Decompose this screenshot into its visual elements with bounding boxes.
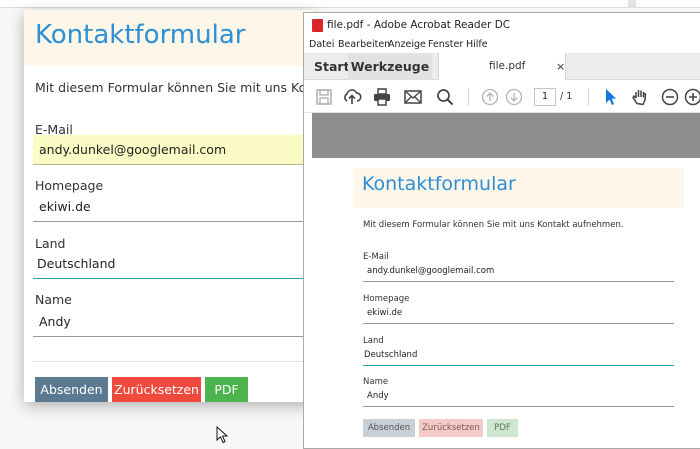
mouse-cursor-icon (216, 426, 229, 444)
current-page-input[interactable]: 1 (534, 88, 556, 106)
pdf-page: Kontaktformular Mit diesem Formular könn… (312, 158, 700, 448)
pdf-country-label: Land (363, 336, 384, 346)
page-total: / 1 (560, 91, 573, 102)
pdf-form-title: Kontaktformular (362, 173, 516, 195)
tab-file-label: file.pdf (489, 60, 526, 72)
acrobat-titlebar: file.pdf - Adobe Acrobat Reader DC (304, 13, 700, 38)
document-pane-gap (312, 113, 700, 158)
menu-bearbeiten[interactable]: Bearbeiten (338, 39, 390, 50)
country-input[interactable]: Deutschland (33, 249, 314, 279)
page-up-icon[interactable] (480, 87, 500, 107)
web-contact-form: Kontaktformular Mit diesem Formular könn… (24, 10, 314, 402)
form-intro: Mit diesem Formular können Sie mit uns K… (35, 80, 314, 95)
pdf-country-field[interactable]: Deutschland (363, 350, 674, 366)
tab-start[interactable]: Start (314, 53, 350, 80)
hand-icon[interactable] (630, 87, 650, 107)
window-title: file.pdf - Adobe Acrobat Reader DC (327, 19, 511, 31)
menu-bar: Datei Bearbeiten Anzeige Fenster Hilfe (304, 38, 700, 53)
pdf-pdf-button[interactable]: PDF (487, 419, 518, 437)
tab-file[interactable]: file.pdf × (438, 53, 566, 81)
homepage-input[interactable]: ekiwi.de (33, 192, 314, 222)
browser-top-strip (0, 0, 700, 8)
menu-fenster[interactable]: Fenster (428, 39, 463, 50)
email-input[interactable]: andy.dunkel@googlemail.com (33, 135, 314, 165)
homepage-label: Homepage (35, 178, 104, 193)
pdf-send-button[interactable]: Absenden (363, 419, 415, 437)
form-title: Kontaktformular (35, 20, 246, 50)
toolbar-separator (468, 88, 469, 106)
menu-anzeige[interactable]: Anzeige (388, 39, 426, 50)
acrobat-toolbar: 1 / 1 (304, 80, 700, 113)
save-icon[interactable] (314, 87, 334, 107)
menu-datei[interactable]: Datei (309, 39, 334, 50)
browser-scroll-mark (628, 0, 636, 8)
pdf-reset-button[interactable]: Zurücksetzen (419, 419, 483, 437)
pdf-email-label: E-Mail (363, 252, 389, 262)
name-input[interactable]: Andy (33, 307, 314, 337)
tab-werkzeuge[interactable]: Werkzeuge (348, 53, 432, 80)
pointer-icon[interactable] (601, 87, 621, 107)
acrobat-app-icon (312, 19, 323, 32)
pdf-name-field[interactable]: Andy (363, 391, 674, 407)
zoom-in-icon[interactable] (683, 87, 700, 107)
send-button[interactable]: Absenden (35, 377, 108, 402)
print-icon[interactable] (372, 87, 392, 107)
zoom-out-icon[interactable] (660, 87, 680, 107)
form-divider (33, 361, 314, 362)
acrobat-tabs: Start Werkzeuge file.pdf × (304, 53, 700, 81)
pdf-name-label: Name (363, 377, 389, 387)
pdf-homepage-label: Homepage (363, 294, 410, 304)
tab-close-icon[interactable]: × (556, 53, 565, 80)
mail-icon[interactable] (403, 87, 423, 107)
upload-icon[interactable] (342, 87, 362, 107)
acrobat-window: file.pdf - Adobe Acrobat Reader DC Datei… (303, 12, 700, 449)
pdf-email-field[interactable]: andy.dunkel@googlemail.com (363, 266, 674, 282)
pdf-homepage-field[interactable]: ekiwi.de (363, 308, 674, 324)
menu-hilfe[interactable]: Hilfe (466, 39, 488, 50)
pdf-form-intro: Mit diesem Formular können Sie mit uns K… (363, 220, 624, 230)
reset-button[interactable]: Zurücksetzen (112, 377, 201, 402)
pdf-button[interactable]: PDF (205, 377, 248, 402)
search-icon[interactable] (435, 87, 455, 107)
page-down-icon[interactable] (504, 87, 524, 107)
toolbar-separator (588, 88, 589, 106)
name-label: Name (35, 292, 72, 307)
